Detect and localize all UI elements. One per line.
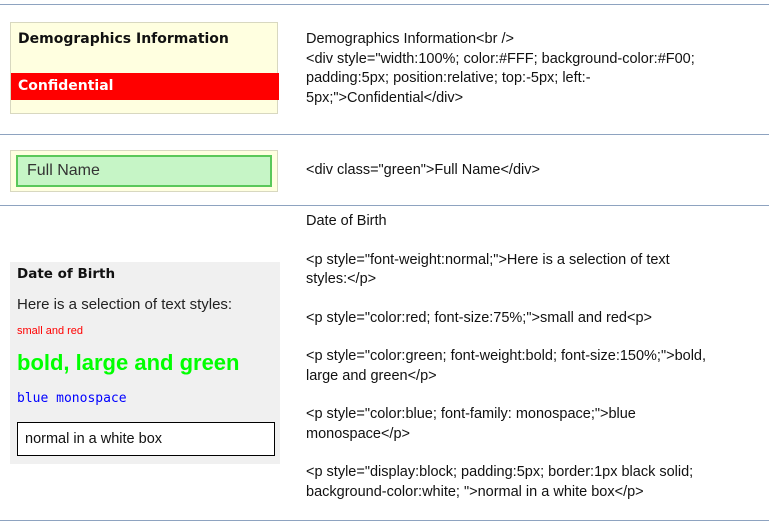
code-line: monospace</p> — [306, 425, 410, 442]
code-line: <p style="color:green; font-weight:bold;… — [306, 348, 707, 364]
code-line: styles:</p> — [306, 271, 377, 287]
code-line: <p style="font-weight:normal;">Here is a… — [306, 251, 670, 268]
small-red-text-sample: small and red — [17, 325, 84, 337]
code-line: 5px;">Confidential</div> — [306, 89, 464, 106]
table-rule-2 — [0, 205, 769, 206]
full-name-example: Full Name — [10, 150, 278, 192]
demographics-code: Demographics Information<br /> <div styl… — [306, 30, 761, 108]
code-line: Date of Birth — [306, 213, 387, 229]
code-line: <div style="width:100%; color:#FFF; back… — [306, 50, 695, 67]
table-rule-top — [0, 4, 769, 5]
code-line: <p style="display:block; padding:5px; bo… — [306, 464, 694, 480]
code-line: Demographics Information<br /> — [306, 31, 514, 47]
code-line: padding:5px; position:relative; top:-5px… — [306, 70, 591, 86]
code-line: <p style="color:red; font-size:75%;">sma… — [306, 309, 652, 326]
full-name-green-box: Full Name — [16, 155, 272, 187]
date-of-birth-heading: Date of Birth — [17, 266, 116, 282]
code-line: large and green</p> — [306, 367, 437, 384]
white-box-text-sample: normal in a white box — [17, 422, 275, 456]
demographics-heading: Demographics Information — [18, 31, 229, 47]
date-of-birth-example: Date of Birth Here is a selection of tex… — [10, 262, 280, 464]
code-line: <div class="green">Full Name</div> — [306, 162, 540, 178]
demographics-example: Demographics Information Confidential — [10, 22, 279, 114]
full-name-code: <div class="green">Full Name</div> — [306, 161, 761, 181]
bold-green-text-sample: bold, large and green — [17, 350, 240, 375]
table-rule-bottom — [0, 520, 769, 521]
blue-monospace-text-sample: blue monospace — [17, 391, 127, 406]
table-rule-1 — [0, 134, 769, 135]
code-line: <p style="color:blue; font-family: monos… — [306, 406, 636, 422]
date-of-birth-code: Date of Birth <p style="font-weight:norm… — [306, 212, 761, 502]
confidential-banner: Confidential — [11, 73, 279, 100]
normal-text-sample: Here is a selection of text styles: — [17, 296, 233, 313]
code-line: background-color:white; ">normal in a wh… — [306, 483, 644, 500]
